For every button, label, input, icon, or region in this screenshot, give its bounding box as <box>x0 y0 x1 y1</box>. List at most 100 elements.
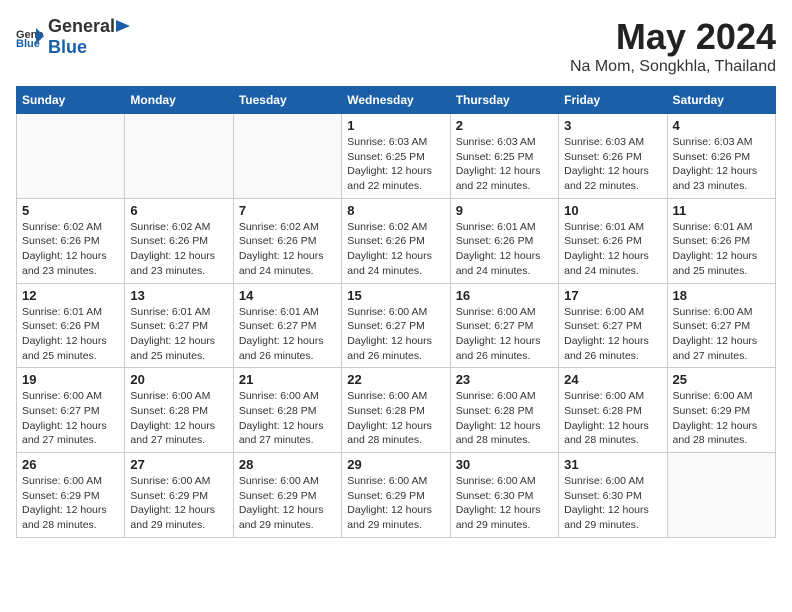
day-info: Sunrise: 6:02 AMSunset: 6:26 PMDaylight:… <box>130 220 227 279</box>
calendar-day-cell: 6 Sunrise: 6:02 AMSunset: 6:26 PMDaylight… <box>125 198 233 283</box>
logo-text-general: General <box>48 16 115 37</box>
calendar-day-cell: 9Sunrise: 6:01 AMSunset: 6:26 PMDaylight… <box>450 198 558 283</box>
day-info: Sunrise: 6:03 AMSunset: 6:26 PMDaylight:… <box>564 135 661 194</box>
day-info: Sunrise: 6:00 AMSunset: 6:29 PMDaylight:… <box>347 474 444 533</box>
day-info: Sunrise: 6:00 AMSunset: 6:29 PMDaylight:… <box>239 474 336 533</box>
calendar-day-cell <box>17 114 125 199</box>
logo-arrow-icon <box>116 20 130 32</box>
day-number: 5 <box>22 203 119 218</box>
day-info: Sunrise: 6:01 AMSunset: 6:27 PMDaylight:… <box>239 305 336 364</box>
day-info: Sunrise: 6:00 AMSunset: 6:30 PMDaylight:… <box>564 474 661 533</box>
day-number: 28 <box>239 457 336 472</box>
day-number: 19 <box>22 372 119 387</box>
day-info: Sunrise: 6:00 AMSunset: 6:29 PMDaylight:… <box>22 474 119 533</box>
calendar-day-cell: 19Sunrise: 6:00 AMSunset: 6:27 PMDayligh… <box>17 368 125 453</box>
day-number: 9 <box>456 203 553 218</box>
calendar-day-cell: 5 Sunrise: 6:02 AMSunset: 6:26 PMDaylight… <box>17 198 125 283</box>
calendar-day-header: Tuesday <box>233 87 341 114</box>
calendar-day-cell <box>125 114 233 199</box>
day-number: 1 <box>347 118 444 133</box>
day-number: 30 <box>456 457 553 472</box>
day-number: 23 <box>456 372 553 387</box>
calendar-week-row: 1 Sunrise: 6:03 AMSunset: 6:25 PMDaylight… <box>17 114 776 199</box>
page-subtitle: Na Mom, Songkhla, Thailand <box>570 58 776 76</box>
day-info: Sunrise: 6:02 AMSunset: 6:26 PMDaylight:… <box>239 220 336 279</box>
day-info: Sunrise: 6:02 AMSunset: 6:26 PMDaylight:… <box>347 220 444 279</box>
day-info: Sunrise: 6:01 AMSunset: 6:27 PMDaylight:… <box>130 305 227 364</box>
page-header: General Blue General Blue May 2024 Na Mo… <box>16 16 776 76</box>
calendar-day-header: Friday <box>559 87 667 114</box>
day-number: 22 <box>347 372 444 387</box>
day-info: Sunrise: 6:01 AMSunset: 6:26 PMDaylight:… <box>673 220 770 279</box>
calendar-day-header: Sunday <box>17 87 125 114</box>
logo-icon: General Blue <box>16 26 44 48</box>
day-info: Sunrise: 6:00 AMSunset: 6:27 PMDaylight:… <box>564 305 661 364</box>
calendar-week-row: 26 Sunrise: 6:00 AMSunset: 6:29 PMDayligh… <box>17 453 776 538</box>
calendar-day-cell: 29 Sunrise: 6:00 AMSunset: 6:29 PMDayligh… <box>342 453 450 538</box>
calendar-header: SundayMondayTuesdayWednesdayThursdayFrid… <box>17 87 776 114</box>
day-number: 7 <box>239 203 336 218</box>
logo-text-blue: Blue <box>48 37 87 57</box>
calendar-day-cell <box>667 453 775 538</box>
calendar-day-cell: 1 Sunrise: 6:03 AMSunset: 6:25 PMDaylight… <box>342 114 450 199</box>
day-info: Sunrise: 6:00 AMSunset: 6:28 PMDaylight:… <box>564 389 661 448</box>
day-number: 6 <box>130 203 227 218</box>
day-number: 2 <box>456 118 553 133</box>
calendar-day-cell: 3 Sunrise: 6:03 AMSunset: 6:26 PMDaylight… <box>559 114 667 199</box>
day-info: Sunrise: 6:00 AMSunset: 6:27 PMDaylight:… <box>347 305 444 364</box>
day-info: Sunrise: 6:00 AMSunset: 6:28 PMDaylight:… <box>347 389 444 448</box>
day-info: Sunrise: 6:00 AMSunset: 6:30 PMDaylight:… <box>456 474 553 533</box>
day-number: 26 <box>22 457 119 472</box>
calendar-day-cell: 24Sunrise: 6:00 AMSunset: 6:28 PMDayligh… <box>559 368 667 453</box>
day-info: Sunrise: 6:00 AMSunset: 6:28 PMDaylight:… <box>130 389 227 448</box>
day-number: 16 <box>456 288 553 303</box>
calendar-day-cell: 27 Sunrise: 6:00 AMSunset: 6:29 PMDayligh… <box>125 453 233 538</box>
day-info: Sunrise: 6:01 AMSunset: 6:26 PMDaylight:… <box>22 305 119 364</box>
calendar-day-cell: 2 Sunrise: 6:03 AMSunset: 6:25 PMDaylight… <box>450 114 558 199</box>
day-info: Sunrise: 6:03 AMSunset: 6:25 PMDaylight:… <box>347 135 444 194</box>
calendar-day-cell: 4 Sunrise: 6:03 AMSunset: 6:26 PMDaylight… <box>667 114 775 199</box>
calendar-day-cell: 28 Sunrise: 6:00 AMSunset: 6:29 PMDayligh… <box>233 453 341 538</box>
calendar-week-row: 12 Sunrise: 6:01 AMSunset: 6:26 PMDayligh… <box>17 283 776 368</box>
day-number: 13 <box>130 288 227 303</box>
day-number: 15 <box>347 288 444 303</box>
day-number: 18 <box>673 288 770 303</box>
calendar-day-cell: 30 Sunrise: 6:00 AMSunset: 6:30 PMDayligh… <box>450 453 558 538</box>
calendar-day-cell: 13 Sunrise: 6:01 AMSunset: 6:27 PMDayligh… <box>125 283 233 368</box>
calendar-day-cell: 17Sunrise: 6:00 AMSunset: 6:27 PMDayligh… <box>559 283 667 368</box>
day-info: Sunrise: 6:00 AMSunset: 6:29 PMDaylight:… <box>673 389 770 448</box>
calendar-day-header: Saturday <box>667 87 775 114</box>
day-number: 12 <box>22 288 119 303</box>
calendar-day-cell: 25 Sunrise: 6:00 AMSunset: 6:29 PMDayligh… <box>667 368 775 453</box>
day-number: 25 <box>673 372 770 387</box>
calendar-day-cell <box>233 114 341 199</box>
day-number: 27 <box>130 457 227 472</box>
day-info: Sunrise: 6:03 AMSunset: 6:25 PMDaylight:… <box>456 135 553 194</box>
day-info: Sunrise: 6:00 AMSunset: 6:28 PMDaylight:… <box>239 389 336 448</box>
day-number: 31 <box>564 457 661 472</box>
day-info: Sunrise: 6:00 AMSunset: 6:28 PMDaylight:… <box>456 389 553 448</box>
calendar-day-cell: 15 Sunrise: 6:00 AMSunset: 6:27 PMDayligh… <box>342 283 450 368</box>
day-number: 29 <box>347 457 444 472</box>
day-info: Sunrise: 6:00 AMSunset: 6:27 PMDaylight:… <box>456 305 553 364</box>
calendar-day-cell: 10Sunrise: 6:01 AMSunset: 6:26 PMDayligh… <box>559 198 667 283</box>
logo: General Blue General Blue <box>16 16 131 58</box>
day-info: Sunrise: 6:03 AMSunset: 6:26 PMDaylight:… <box>673 135 770 194</box>
day-info: Sunrise: 6:01 AMSunset: 6:26 PMDaylight:… <box>564 220 661 279</box>
calendar-day-cell: 21Sunrise: 6:00 AMSunset: 6:28 PMDayligh… <box>233 368 341 453</box>
calendar-day-cell: 14 Sunrise: 6:01 AMSunset: 6:27 PMDayligh… <box>233 283 341 368</box>
day-info: Sunrise: 6:00 AMSunset: 6:29 PMDaylight:… <box>130 474 227 533</box>
calendar-day-cell: 22 Sunrise: 6:00 AMSunset: 6:28 PMDayligh… <box>342 368 450 453</box>
day-number: 4 <box>673 118 770 133</box>
day-number: 3 <box>564 118 661 133</box>
calendar-day-cell: 7 Sunrise: 6:02 AMSunset: 6:26 PMDaylight… <box>233 198 341 283</box>
page-title: May 2024 <box>570 16 776 58</box>
day-number: 8 <box>347 203 444 218</box>
calendar-day-cell: 23 Sunrise: 6:00 AMSunset: 6:28 PMDayligh… <box>450 368 558 453</box>
day-info: Sunrise: 6:02 AMSunset: 6:26 PMDaylight:… <box>22 220 119 279</box>
calendar-day-header: Monday <box>125 87 233 114</box>
calendar-day-cell: 8 Sunrise: 6:02 AMSunset: 6:26 PMDaylight… <box>342 198 450 283</box>
calendar-day-cell: 11Sunrise: 6:01 AMSunset: 6:26 PMDayligh… <box>667 198 775 283</box>
day-number: 14 <box>239 288 336 303</box>
calendar-table: SundayMondayTuesdayWednesdayThursdayFrid… <box>16 86 776 538</box>
